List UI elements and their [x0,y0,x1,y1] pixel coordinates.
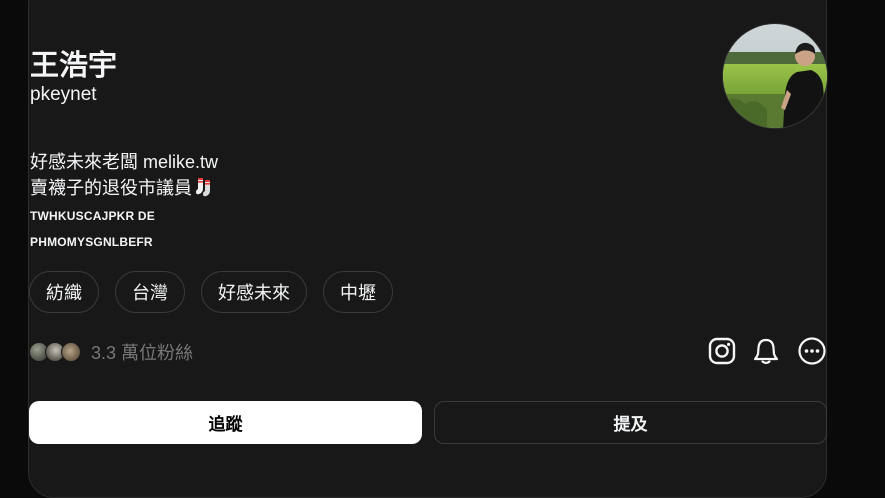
profile-name: 王浩宇 [30,50,118,82]
followers-link[interactable]: 3.3 萬位粉絲 [29,339,193,365]
follower-avatar [61,342,81,362]
follower-avatars [29,342,81,362]
bell-icon[interactable] [751,336,781,366]
mention-button[interactable]: 提及 [434,401,827,444]
tag-chip[interactable]: 台灣 [115,271,185,313]
tag-chip[interactable]: 中壢 [323,271,393,313]
profile-bio: 好感未來老闆 melike.tw 賣襪子的退役市議員 [30,149,218,204]
avatar-photo [723,24,827,128]
bio-line-2: 賣襪子的退役市議員 [30,175,218,204]
country-codes-line-1: TWHKUSCAJPKR DE [30,209,156,223]
profile-handle[interactable]: pkeynet [30,84,97,106]
followers-count: 3.3 萬位粉絲 [91,343,194,363]
more-options-icon[interactable] [797,336,827,366]
profile-avatar[interactable] [722,23,828,129]
country-codes-line-2: PHMOMYSGNLBEFR [30,235,153,249]
instagram-icon[interactable] [707,336,737,366]
tag-chip[interactable]: 紡織 [29,271,99,313]
bio-line-2-text: 賣襪子的退役市議員 [30,178,192,198]
bio-line-1: 好感未來老闆 melike.tw [30,152,219,172]
tag-chip[interactable]: 好感未來 [201,271,307,313]
topic-tags: 紡織 台灣 好感未來 中壢 [29,271,393,313]
socks-emoji-icon [195,177,213,204]
follow-button[interactable]: 追蹤 [29,401,422,444]
